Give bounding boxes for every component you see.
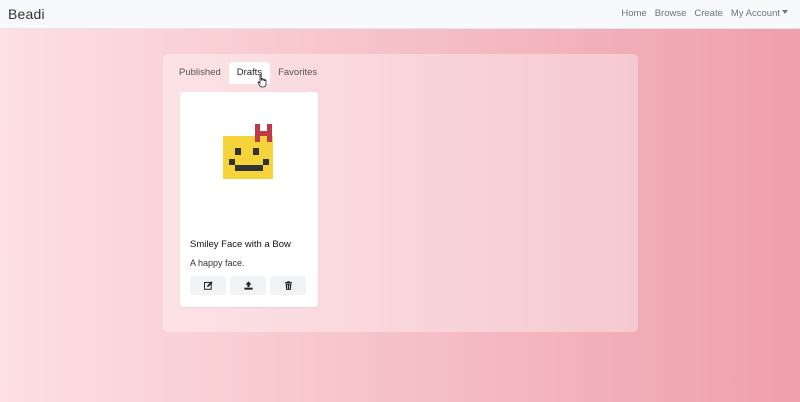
mouth-right-shape <box>263 159 269 165</box>
card-title: Smiley Face with a Bow <box>190 239 291 250</box>
bow-overlap-left <box>255 136 260 142</box>
top-navbar: Beadi Home Browse Create My Account <box>0 0 800 29</box>
card-actions <box>190 276 306 295</box>
caret-down-icon <box>782 10 788 14</box>
mouth-bottom-shape <box>235 165 263 171</box>
hand-cursor-icon <box>257 74 267 88</box>
bow-center-shape <box>255 131 272 136</box>
left-eye-shape <box>235 148 241 155</box>
nav-links: Home Browse Create My Account <box>621 8 788 19</box>
nav-browse-link[interactable]: Browse <box>655 8 687 19</box>
face-shape <box>223 136 273 179</box>
mouth-left-shape <box>229 159 235 165</box>
trash-icon <box>284 281 292 290</box>
projects-panel: Published Drafts Favorites Smiley Face w… <box>163 54 638 332</box>
delete-button[interactable] <box>270 276 306 295</box>
upload-icon <box>243 281 253 290</box>
bow-overlap-right <box>267 136 272 142</box>
pattern-thumbnail[interactable] <box>223 124 275 180</box>
publish-button[interactable] <box>230 276 266 295</box>
nav-home-link[interactable]: Home <box>621 8 646 19</box>
right-eye-shape <box>253 148 259 155</box>
tab-favorites[interactable]: Favorites <box>270 62 325 84</box>
brand-logo[interactable]: Beadi <box>8 6 45 22</box>
card-description: A happy face. <box>190 258 245 268</box>
edit-icon <box>203 281 213 290</box>
tab-published[interactable]: Published <box>171 62 229 84</box>
nav-my-account-dropdown[interactable]: My Account <box>731 8 788 19</box>
my-account-label: My Account <box>730 8 780 19</box>
nav-create-link[interactable]: Create <box>694 8 723 19</box>
edit-button[interactable] <box>190 276 226 295</box>
draft-card[interactable]: Smiley Face with a Bow A happy face. <box>180 92 318 307</box>
project-tabs: Published Drafts Favorites <box>171 62 325 84</box>
